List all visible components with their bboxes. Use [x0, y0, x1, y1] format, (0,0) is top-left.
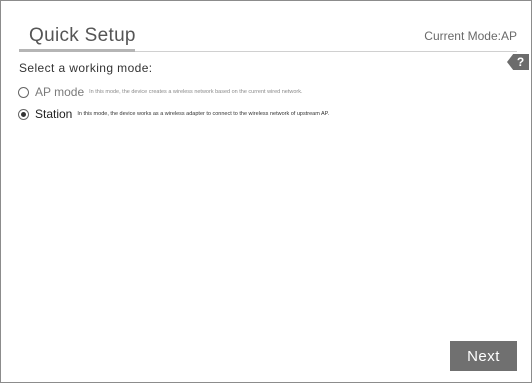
help-icon[interactable]: ?: [507, 54, 529, 70]
header-underline-accent: [19, 49, 135, 52]
ap-mode-description: In this mode, the device creates a wirel…: [89, 89, 303, 95]
station-mode-label[interactable]: Station: [35, 107, 72, 121]
option-ap-mode[interactable]: AP mode In this mode, the device creates…: [18, 85, 303, 99]
current-mode-label: Current Mode:AP: [424, 29, 517, 43]
next-button[interactable]: Next: [450, 341, 517, 371]
page-header: Quick Setup Current Mode:AP: [19, 25, 517, 51]
station-mode-description: In this mode, the device works as a wire…: [77, 111, 330, 117]
mode-prompt: Select a working mode:: [19, 61, 153, 75]
ap-mode-label[interactable]: AP mode: [35, 85, 84, 99]
option-station-mode[interactable]: Station In this mode, the device works a…: [18, 107, 329, 121]
setup-window: Quick Setup Current Mode:AP ? Select a w…: [0, 0, 532, 383]
page-title: Quick Setup: [29, 25, 136, 46]
help-icon-glyph: ?: [516, 55, 525, 69]
station-mode-radio[interactable]: [18, 108, 29, 120]
ap-mode-radio[interactable]: [18, 86, 29, 98]
